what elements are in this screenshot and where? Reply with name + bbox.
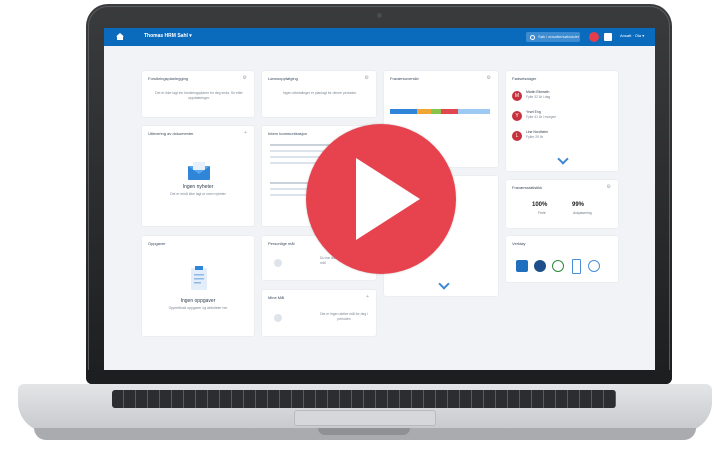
card-title: Lønnsoppfølging: [268, 76, 298, 81]
phone-icon[interactable]: [572, 259, 581, 274]
search-icon: [530, 35, 535, 40]
laptop-notch: [318, 428, 410, 435]
top-navigation-bar: Thomas HRM Sahl ▾ Søk i ansatte/søknader…: [104, 28, 655, 46]
empty-state-text: Det er ennå ikke lagt ut noen nyheter: [170, 192, 226, 196]
card-title: Fraværsoversikt: [390, 76, 419, 81]
card-text: Det er ikke lagt inn forsikringsplaner f…: [155, 91, 243, 100]
tasks-card: Oppgaver Ingen oppgaver Oppretthold oppg…: [142, 236, 254, 336]
documents-card: Utlevering av dokumenter + Ingen nyheter…: [142, 126, 254, 226]
stat-label: Avspasering: [573, 211, 592, 215]
stat-value: 99%: [572, 202, 585, 208]
settings-icon[interactable]: ⚙: [365, 75, 369, 81]
card-title: Mine Mål: [268, 295, 285, 300]
camera-icon: [377, 13, 382, 18]
absence-statistics-card: Fraværsstatistikk ⚙ 100% Ferie 99% Avspa…: [506, 180, 618, 228]
trackpad: [294, 410, 436, 426]
card-text: Ingen utbetalinger er planlagt for denne…: [282, 91, 358, 95]
birthdays-card: Fødselsdager M Martin Eikeseth Fylte 32 …: [506, 71, 618, 171]
empty-state-text: Oppretthold oppgaver og aktiviteter her: [168, 306, 228, 310]
goal-icon: [274, 259, 282, 267]
text-line: [270, 144, 330, 146]
avatar: L: [512, 131, 522, 141]
person-detail: Fylte 32 år i dag: [526, 95, 551, 99]
apps-grid-icon[interactable]: [604, 33, 612, 41]
goal-icon: [274, 314, 282, 322]
company-switcher[interactable]: Thomas HRM Sahl ▾: [144, 33, 192, 39]
laptop-chin: [86, 370, 672, 384]
play-icon: [356, 158, 420, 240]
home-icon[interactable]: [116, 33, 124, 40]
search-tool-icon[interactable]: [552, 260, 564, 272]
insurance-card: Forsikringsplanlegging ⚙ Det er ikke lag…: [142, 71, 254, 117]
card-title: Forsikringsplanlegging: [148, 76, 189, 81]
text-line: [270, 150, 324, 152]
my-goals-card: Mine Mål + Det er ingen aktive mål for d…: [262, 290, 376, 336]
empty-state-title: Ingen oppgaver: [180, 298, 216, 304]
person-detail: Fylte 41 år i morgen: [526, 115, 557, 119]
person-detail: Fyller 29 år: [526, 135, 543, 139]
card-title: Oppgaver: [148, 241, 166, 246]
add-icon[interactable]: +: [366, 294, 369, 300]
keyboard: [112, 390, 616, 408]
clipboard-icon: [191, 266, 207, 290]
image-icon[interactable]: [516, 260, 528, 272]
search-input[interactable]: Søk i ansatte/søknader: [526, 32, 580, 42]
settings-icon[interactable]: ⚙: [607, 184, 611, 190]
chevron-down-icon[interactable]: [438, 278, 450, 290]
card-title: Fraværsstatistikk: [512, 185, 543, 190]
avatar: M: [512, 91, 522, 101]
card-title: Fødselsdager: [512, 76, 537, 81]
notifications-icon[interactable]: [589, 32, 599, 42]
card-title: Personlige mål: [268, 241, 295, 246]
card-title: Verktøy: [512, 241, 526, 246]
absence-bar: [390, 109, 491, 114]
globe-icon[interactable]: [534, 260, 546, 272]
envelope-icon: [188, 162, 210, 180]
settings-icon[interactable]: ⚙: [487, 75, 491, 81]
card-title: Utlevering av dokumenter: [148, 131, 194, 136]
empty-state-title: Ingen nyheter: [182, 184, 214, 190]
salary-card: Lønnsoppfølging ⚙ Ingen utbetalinger er …: [262, 71, 376, 117]
avatar: Y: [512, 111, 522, 121]
chevron-down-icon[interactable]: [557, 153, 569, 165]
person-icon[interactable]: [588, 260, 600, 272]
settings-icon[interactable]: ⚙: [243, 75, 247, 81]
tools-card: Verktøy: [506, 236, 618, 282]
add-icon[interactable]: +: [244, 130, 247, 136]
card-title: Intern kommunikasjon: [268, 131, 308, 136]
card-text: Det er ingen aktive mål for deg i period…: [320, 312, 368, 321]
stat-label: Ferie: [538, 211, 546, 215]
stat-value: 100%: [532, 202, 548, 208]
text-line: [270, 162, 320, 164]
user-menu[interactable]: Ansatt · Ola ▾: [620, 33, 644, 38]
